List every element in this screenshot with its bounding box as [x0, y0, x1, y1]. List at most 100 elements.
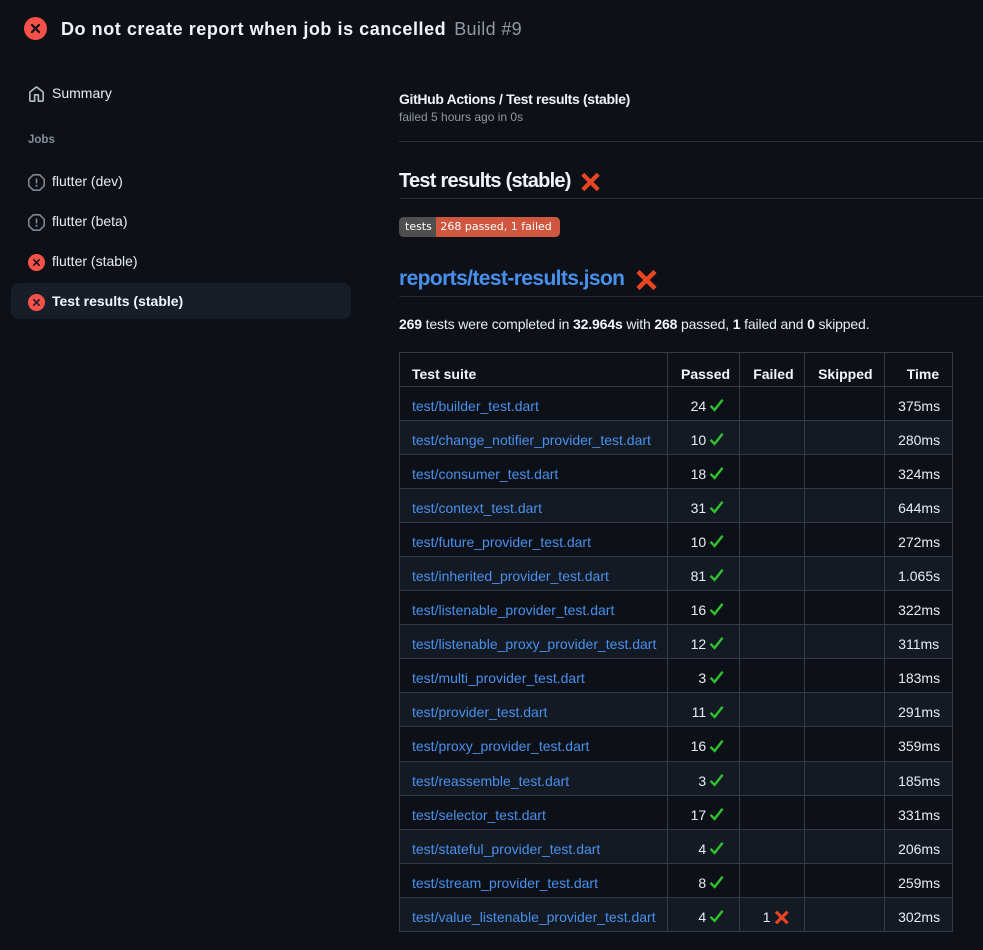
time-cell: 280ms — [885, 421, 952, 454]
test-suite-link[interactable]: test/listenable_provider_test.dart — [412, 602, 614, 618]
suite-cell: test/value_listenable_provider_test.dart — [400, 898, 667, 931]
column-header: Time — [885, 353, 952, 386]
job-label: flutter (beta) — [52, 213, 127, 229]
test-suite-link[interactable]: test/builder_test.dart — [412, 398, 539, 414]
badge-label: tests — [399, 217, 436, 237]
failed-cell — [740, 421, 804, 454]
failed-cell — [740, 591, 804, 624]
suite-cell: test/listenable_provider_test.dart — [400, 591, 667, 624]
test-suite-link[interactable]: test/provider_test.dart — [412, 704, 547, 720]
main-content: GitHub Actions / Test results (stable) f… — [399, 0, 983, 950]
test-suite-link[interactable]: test/selector_test.dart — [412, 807, 546, 823]
test-suite-link[interactable]: test/inherited_provider_test.dart — [412, 568, 609, 584]
sidebar-item-summary[interactable]: Summary — [11, 75, 351, 111]
test-suite-link[interactable]: test/multi_provider_test.dart — [412, 670, 585, 686]
job-label: flutter (dev) — [52, 173, 123, 189]
suite-cell: test/context_test.dart — [400, 489, 667, 522]
passed-count: 4 — [698, 841, 706, 857]
skipped-cell — [805, 796, 884, 829]
summary-segment: 269 — [399, 316, 422, 332]
test-suite-link[interactable]: test/context_test.dart — [412, 500, 542, 516]
passed-count: 8 — [698, 875, 706, 891]
sidebar-job-item[interactable]: Test results (stable) — [11, 283, 351, 319]
failed-cell — [740, 387, 804, 420]
passed-cell: 81 — [668, 557, 739, 590]
skipped-cell — [805, 523, 884, 556]
time-cell: 324ms — [885, 455, 952, 488]
suite-cell: test/listenable_proxy_provider_test.dart — [400, 625, 667, 658]
passed-count: 81 — [691, 568, 707, 584]
passed-count: 12 — [691, 636, 707, 652]
test-suite-link[interactable]: test/reassemble_test.dart — [412, 773, 569, 789]
check-icon — [709, 909, 724, 923]
sidebar-job-item[interactable]: flutter (beta) — [11, 203, 351, 239]
skipped-cell — [805, 421, 884, 454]
x-circle-fill-icon — [24, 17, 47, 40]
test-suite-link[interactable]: test/stream_provider_test.dart — [412, 875, 598, 891]
test-suite-link[interactable]: test/proxy_provider_test.dart — [412, 738, 589, 754]
summary-segment: 32.964s — [573, 316, 623, 332]
summary-segment: 0 — [807, 316, 815, 332]
suite-cell: test/stream_provider_test.dart — [400, 864, 667, 897]
stop-icon — [28, 174, 45, 191]
sidebar-job-item[interactable]: flutter (dev) — [11, 163, 351, 199]
breadcrumb: GitHub Actions / Test results (stable) — [399, 89, 630, 110]
skipped-cell — [805, 591, 884, 624]
failed-cell — [740, 796, 804, 829]
failed-count: 1 — [763, 909, 771, 925]
check-title: Test results (stable) — [399, 169, 983, 199]
passed-cell: 4 — [668, 898, 739, 931]
summary-segment: passed, — [677, 316, 732, 332]
test-suite-link[interactable]: test/stateful_provider_test.dart — [412, 841, 600, 857]
passed-cell: 17 — [668, 796, 739, 829]
passed-count: 3 — [698, 670, 706, 686]
sidebar-job-item[interactable]: flutter (stable) — [11, 243, 351, 279]
test-suite-link[interactable]: test/listenable_proxy_provider_test.dart — [412, 636, 656, 652]
x-circle-fill-icon — [28, 294, 45, 311]
passed-cell: 12 — [668, 625, 739, 658]
failed-cell — [740, 523, 804, 556]
failed-cell: 1 — [740, 898, 804, 931]
check-icon — [709, 739, 724, 753]
stop-icon — [28, 214, 45, 231]
test-suite-link[interactable]: test/future_provider_test.dart — [412, 534, 591, 550]
passed-count: 16 — [691, 602, 707, 618]
suite-cell: test/stateful_provider_test.dart — [400, 830, 667, 863]
failed-cell — [740, 727, 804, 760]
test-suite-link[interactable]: test/value_listenable_provider_test.dart — [412, 909, 656, 925]
report-link[interactable]: reports/test-results.json — [399, 267, 624, 290]
passed-cell: 11 — [668, 693, 739, 726]
check-icon — [709, 398, 724, 412]
passed-count: 3 — [698, 773, 706, 789]
skipped-cell — [805, 557, 884, 590]
passed-count: 11 — [692, 704, 707, 720]
status-line: failed 5 hours ago in 0s — [399, 108, 523, 126]
skipped-cell — [805, 830, 884, 863]
passed-count: 17 — [691, 807, 707, 823]
column-header: Failed — [740, 353, 804, 386]
passed-cell: 10 — [668, 421, 739, 454]
check-icon — [709, 432, 724, 446]
x-circle-fill-icon — [28, 254, 45, 271]
passed-count: 16 — [691, 738, 707, 754]
passed-cell: 3 — [668, 659, 739, 692]
check-icon — [709, 500, 724, 514]
failed-cell — [740, 455, 804, 488]
test-suite-link[interactable]: test/consumer_test.dart — [412, 466, 558, 482]
check-icon — [709, 534, 724, 548]
passed-cell: 16 — [668, 727, 739, 760]
x-mark-icon — [579, 172, 602, 192]
passed-cell: 31 — [668, 489, 739, 522]
test-suite-link[interactable]: test/change_notifier_provider_test.dart — [412, 432, 651, 448]
time-cell: 1.065s — [885, 557, 952, 590]
sidebar-item-label: Summary — [52, 85, 112, 101]
skipped-cell — [805, 864, 884, 897]
passed-cell: 4 — [668, 830, 739, 863]
suite-cell: test/change_notifier_provider_test.dart — [400, 421, 667, 454]
report-heading: reports/test-results.json — [399, 266, 983, 297]
tests-badge: tests 268 passed, 1 failed — [399, 217, 560, 237]
check-icon — [709, 705, 724, 719]
passed-count: 10 — [691, 432, 707, 448]
failed-cell — [740, 693, 804, 726]
time-cell: 183ms — [885, 659, 952, 692]
